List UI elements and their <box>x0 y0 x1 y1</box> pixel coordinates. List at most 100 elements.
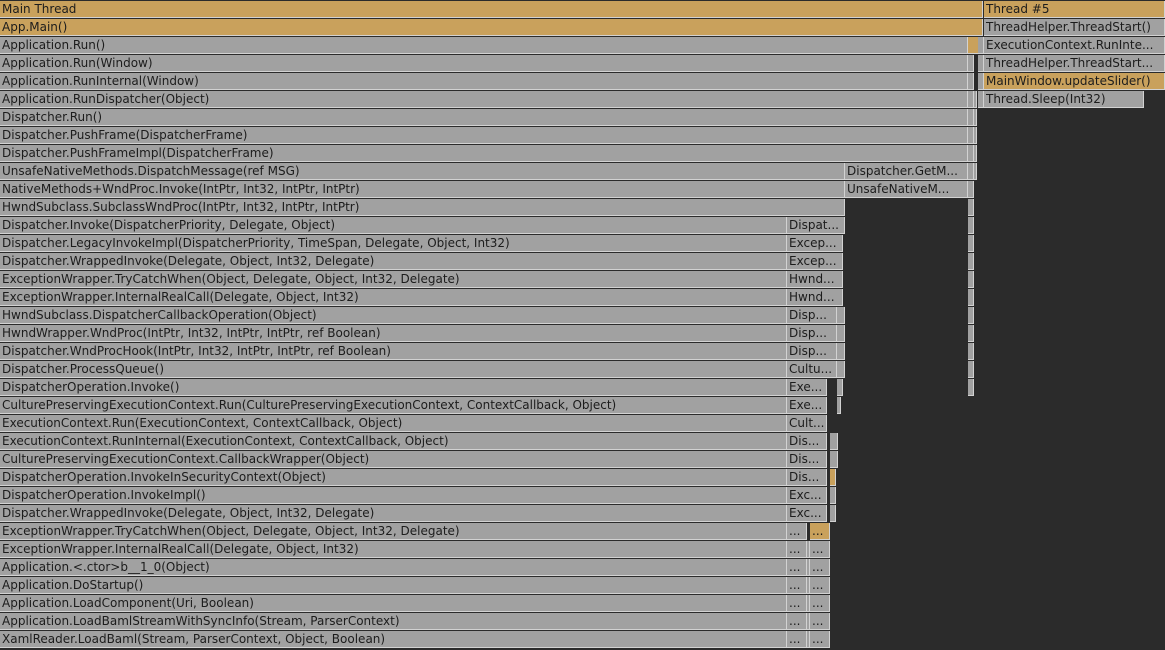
thread5-stack-frame[interactable]: ThreadHelper.ThreadStart() <box>984 19 1165 36</box>
stack-frame-sliver[interactable] <box>968 181 974 198</box>
stack-frame-truncated[interactable]: ... <box>810 559 830 576</box>
thread5-stack-frame[interactable]: ExecutionContext.RunInte... <box>984 37 1165 54</box>
main-stack-frame[interactable]: Application.LoadComponent(Uri, Boolean) <box>0 595 787 612</box>
stack-frame-sliver[interactable] <box>968 235 974 252</box>
stack-frame-sliver[interactable] <box>968 217 974 234</box>
stack-frame-sliver[interactable] <box>830 487 836 504</box>
main-stack-frame[interactable]: HwndSubclass.DispatcherCallbackOperation… <box>0 307 787 324</box>
stack-frame-sliver[interactable] <box>807 559 810 576</box>
thread5-stack-frame[interactable]: MainWindow.updateSlider() <box>984 73 1165 90</box>
thread-header-main[interactable]: Main Thread <box>0 1 983 18</box>
stack-frame-truncated[interactable]: Excep... <box>787 235 843 252</box>
thread5-stack-frame[interactable]: Thread.Sleep(Int32) <box>984 91 1144 108</box>
stack-frame-sliver[interactable] <box>830 451 838 468</box>
stack-frame-truncated[interactable]: ... <box>787 595 807 612</box>
stack-frame-sliver[interactable] <box>830 505 836 522</box>
stack-frame-sliver[interactable] <box>978 37 984 54</box>
stack-frame-truncated[interactable]: ... <box>810 577 830 594</box>
main-stack-frame[interactable]: Application.LoadBamlStreamWithSyncInfo(S… <box>0 613 787 630</box>
main-stack-frame[interactable]: ExceptionWrapper.InternalRealCall(Delega… <box>0 541 787 558</box>
main-stack-frame[interactable]: Application.RunInternal(Window) <box>0 73 968 90</box>
main-stack-frame[interactable]: DispatcherOperation.Invoke() <box>0 379 787 396</box>
stack-frame-sliver[interactable] <box>968 307 974 324</box>
main-stack-frame[interactable]: XamlReader.LoadBaml(Stream, ParserContex… <box>0 631 787 648</box>
stack-frame-truncated[interactable]: ... <box>810 595 830 612</box>
stack-frame-truncated[interactable]: Exc... <box>787 487 827 504</box>
main-stack-frame[interactable]: Dispatcher.WrappedInvoke(Delegate, Objec… <box>0 505 787 522</box>
main-stack-frame[interactable]: DispatcherOperation.InvokeInSecurityCont… <box>0 469 787 486</box>
stack-frame-truncated[interactable]: ... <box>810 523 830 540</box>
stack-frame-truncated[interactable]: ... <box>787 523 807 540</box>
main-stack-frame[interactable]: App.Main() <box>0 19 983 36</box>
stack-frame-sliver[interactable] <box>974 145 977 162</box>
stack-frame-truncated[interactable]: Dis... <box>787 433 827 450</box>
main-stack-frame[interactable]: ExecutionContext.RunInternal(ExecutionCo… <box>0 433 787 450</box>
stack-frame-sliver[interactable] <box>978 55 984 72</box>
main-stack-frame[interactable]: Dispatcher.WndProcHook(IntPtr, Int32, In… <box>0 343 787 360</box>
stack-frame-truncated[interactable]: ... <box>810 541 830 558</box>
stack-frame-sliver[interactable] <box>968 253 974 270</box>
main-stack-frame[interactable]: Application.Run(Window) <box>0 55 968 72</box>
stack-frame-truncated[interactable]: ... <box>810 613 830 630</box>
main-stack-frame[interactable]: Dispatcher.LegacyInvokeImpl(DispatcherPr… <box>0 235 787 252</box>
stack-frame-truncated[interactable]: Exe... <box>787 379 827 396</box>
stack-frame-truncated[interactable]: Cult... <box>787 415 827 432</box>
stack-frame-truncated[interactable]: Disp... <box>787 307 837 324</box>
thread5-stack-frame[interactable]: ThreadHelper.ThreadStart... <box>984 55 1165 72</box>
stack-frame-sliver[interactable] <box>837 361 845 378</box>
stack-frame-sliver[interactable] <box>837 307 845 324</box>
stack-frame-sliver[interactable] <box>968 271 974 288</box>
main-stack-frame[interactable]: DispatcherOperation.InvokeImpl() <box>0 487 787 504</box>
stack-frame-sliver[interactable] <box>968 325 974 342</box>
stack-frame-sliver[interactable] <box>974 127 977 144</box>
main-stack-frame[interactable]: NativeMethods+WndProc.Invoke(IntPtr, Int… <box>0 181 845 198</box>
stack-frame-truncated[interactable]: Disp... <box>787 325 837 342</box>
stack-frame-truncated[interactable]: ... <box>787 577 807 594</box>
stack-frame-truncated[interactable]: Disp... <box>787 343 837 360</box>
stack-frame-sliver[interactable] <box>968 55 974 72</box>
main-stack-frame[interactable]: CulturePreservingExecutionContext.Run(Cu… <box>0 397 787 414</box>
stack-frame-truncated[interactable]: Dispat... <box>787 217 845 234</box>
stack-frame-sliver[interactable] <box>807 613 810 630</box>
stack-frame-truncated[interactable]: ... <box>787 613 807 630</box>
stack-frame-truncated[interactable]: ... <box>787 559 807 576</box>
main-stack-frame[interactable]: Dispatcher.Invoke(DispatcherPriority, De… <box>0 217 787 234</box>
main-stack-frame[interactable]: ExceptionWrapper.TryCatchWhen(Object, De… <box>0 271 787 288</box>
main-stack-frame[interactable]: ExceptionWrapper.TryCatchWhen(Object, De… <box>0 523 787 540</box>
stack-frame-truncated[interactable]: Dis... <box>787 469 827 486</box>
main-stack-frame[interactable]: Dispatcher.ProcessQueue() <box>0 361 787 378</box>
main-stack-frame[interactable]: Dispatcher.PushFrame(DispatcherFrame) <box>0 127 968 144</box>
stack-frame-sliver[interactable] <box>968 199 974 216</box>
stack-frame-sliver[interactable] <box>830 469 836 486</box>
main-stack-frame[interactable]: HwndSubclass.SubclassWndProc(IntPtr, Int… <box>0 199 845 216</box>
stack-frame-sliver[interactable] <box>837 397 841 414</box>
stack-frame-sliver[interactable] <box>830 433 838 450</box>
stack-frame-truncated[interactable]: Hwnd... <box>787 289 843 306</box>
stack-frame-sliver[interactable] <box>807 595 810 612</box>
stack-frame-sliver[interactable] <box>968 361 974 378</box>
stack-frame-truncated[interactable]: ... <box>810 631 830 648</box>
stack-frame-truncated[interactable]: Excep... <box>787 253 843 270</box>
main-stack-frame[interactable]: CulturePreservingExecutionContext.Callba… <box>0 451 787 468</box>
main-stack-frame[interactable]: ExceptionWrapper.InternalRealCall(Delega… <box>0 289 787 306</box>
stack-frame-sliver[interactable] <box>978 73 984 90</box>
stack-frame-sliver[interactable] <box>968 73 974 90</box>
stack-frame-sliver[interactable] <box>837 379 843 396</box>
stack-frame-sliver[interactable] <box>974 91 977 108</box>
main-stack-frame[interactable]: Dispatcher.Run() <box>0 109 968 126</box>
stack-frame-sliver[interactable] <box>968 343 974 360</box>
main-stack-frame[interactable]: HwndWrapper.WndProc(IntPtr, Int32, IntPt… <box>0 325 787 342</box>
stack-frame-truncated[interactable]: Cultu... <box>787 361 837 378</box>
stack-frame-getmessage[interactable]: Dispatcher.GetM... <box>845 163 968 180</box>
stack-frame-truncated[interactable]: ... <box>787 541 807 558</box>
stack-frame-sliver[interactable] <box>978 91 984 108</box>
stack-frame-sliver[interactable] <box>807 631 810 648</box>
stack-frame-truncated[interactable]: ... <box>787 631 807 648</box>
main-stack-frame[interactable]: Application.DoStartup() <box>0 577 787 594</box>
stack-frame-sliver[interactable] <box>807 541 810 558</box>
stack-frame-sliver[interactable] <box>807 577 810 594</box>
main-stack-frame[interactable]: ExecutionContext.Run(ExecutionContext, C… <box>0 415 787 432</box>
stack-frame-sliver[interactable] <box>974 109 977 126</box>
stack-frame-unsafenative[interactable]: UnsafeNativeM... <box>845 181 968 198</box>
stack-frame-sliver[interactable] <box>968 289 974 306</box>
